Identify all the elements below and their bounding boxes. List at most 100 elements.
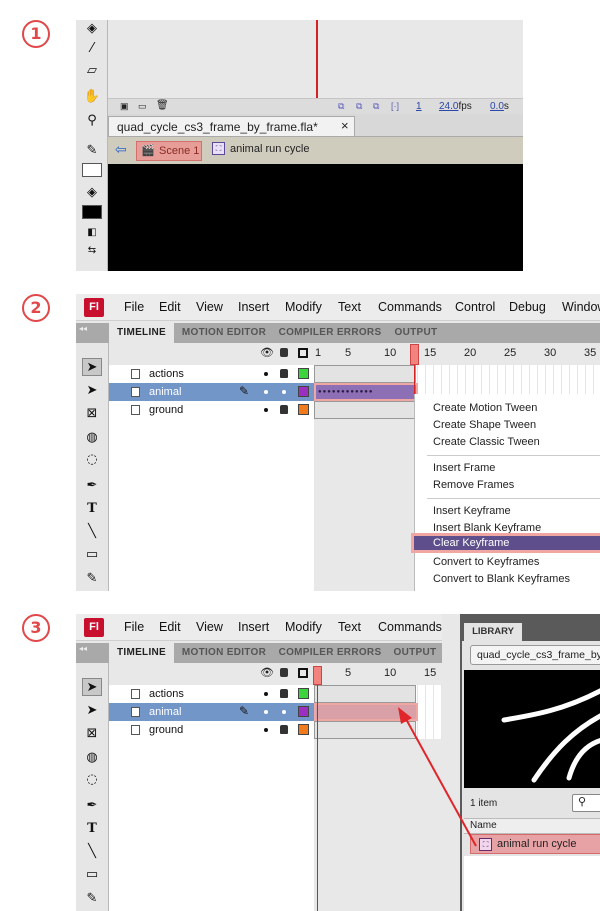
menu-create-motion-tween[interactable]: Create Motion Tween — [433, 400, 600, 417]
lock-all-icon[interactable] — [280, 348, 288, 357]
ruler-tick: 5 — [345, 347, 352, 359]
context-menu: Create Motion Tween Create Shape Tween C… — [411, 394, 600, 591]
menu-view[interactable]: View — [196, 300, 223, 314]
fill-color-swatch[interactable] — [82, 205, 102, 219]
ruler-tick: 15 — [424, 347, 437, 359]
visible-dot[interactable] — [264, 372, 268, 376]
new-layer-icon[interactable]: ▣ — [120, 101, 129, 112]
layer-color-swatch[interactable] — [298, 368, 309, 379]
menu-commands[interactable]: Commands — [378, 300, 442, 314]
menu-convert-to-keyframes[interactable]: Convert to Keyframes — [433, 554, 600, 571]
paint-bucket-icon[interactable]: ◈ — [82, 20, 102, 38]
default-colors-icon[interactable]: ⇆ — [82, 242, 102, 260]
scene-clapper-icon: 🎬 — [141, 145, 155, 157]
tab-motion-editor[interactable]: MOTION EDITOR — [176, 323, 272, 343]
eraser-icon[interactable]: ▱ — [82, 62, 102, 80]
lock-dot[interactable] — [282, 390, 286, 394]
collapse-icon[interactable]: ◂◂ — [79, 324, 87, 333]
symbol-breadcrumb[interactable]: animal run cycle — [230, 143, 309, 155]
tab-timeline[interactable]: TIMELINE — [109, 323, 174, 343]
selection-arrow-icon[interactable]: ➤ — [82, 358, 102, 376]
lasso-icon[interactable]: ◌ — [82, 451, 102, 469]
menu-file[interactable]: File — [124, 300, 144, 314]
panel-2: Fl File Edit View Insert Modify Text Com… — [76, 294, 600, 591]
text-tool-icon[interactable]: T — [82, 500, 102, 518]
fill-bucket-icon[interactable]: ◈ — [82, 184, 102, 202]
step-2-badge: 2 — [22, 294, 50, 322]
swap-colors-icon[interactable]: ◧ — [82, 224, 102, 242]
layer-header: 👁 — [109, 343, 314, 365]
outline-all-icon[interactable] — [298, 348, 308, 358]
pencil-stroke-icon[interactable]: ✎ — [82, 142, 102, 160]
time-value[interactable]: 0.0 — [490, 101, 504, 112]
tab-compiler-errors[interactable]: COMPILER ERRORS — [275, 323, 385, 343]
frames-actions-span[interactable] — [314, 365, 416, 383]
zoom-icon[interactable]: ⚲ — [82, 112, 102, 130]
fps-unit: fps — [458, 101, 472, 112]
pencil-icon[interactable]: ✎ — [82, 570, 102, 588]
lock-icon[interactable] — [280, 369, 288, 378]
layer-color-swatch[interactable] — [298, 404, 309, 415]
menu-remove-frames[interactable]: Remove Frames — [433, 477, 600, 494]
eyedropper-icon[interactable]: ⁄ — [82, 40, 102, 58]
back-arrow-icon[interactable]: ⇦ — [115, 141, 127, 158]
menu-insert[interactable]: Insert — [238, 300, 269, 314]
menu-create-classic-tween[interactable]: Create Classic Tween — [433, 434, 600, 451]
menu-insert-keyframe[interactable]: Insert Keyframe — [433, 503, 600, 520]
3d-rotation-icon[interactable]: ◍ — [82, 429, 102, 447]
center-frame-icon[interactable]: ⧉ — [338, 101, 344, 112]
frames-ground-span[interactable] — [314, 401, 416, 419]
frame-rate[interactable]: 24.0fps — [439, 101, 472, 112]
layer-row-ground[interactable]: ground — [109, 401, 314, 419]
new-folder-icon[interactable]: ▭ — [138, 101, 147, 112]
menu-separator — [427, 455, 600, 456]
layer-color-swatch[interactable] — [298, 386, 309, 397]
rectangle-icon[interactable]: ▭ — [82, 546, 102, 564]
tab-output[interactable]: OUTPUT — [388, 323, 444, 343]
onion-outlines-icon[interactable]: ⧉ — [373, 101, 379, 112]
subselection-icon[interactable]: ➤ — [82, 382, 102, 400]
stroke-color-swatch[interactable] — [82, 163, 102, 177]
frames-animal-keyframes[interactable]: ●●●●●●●●●●●● — [314, 383, 418, 401]
playhead[interactable] — [410, 344, 419, 365]
menu-convert-to-blank-keyframes[interactable]: Convert to Blank Keyframes — [433, 571, 600, 588]
visible-dot[interactable] — [264, 390, 268, 394]
panel-tabs: ◂◂ TIMELINE MOTION EDITOR COMPILER ERROR… — [76, 323, 600, 343]
ruler-tick: 20 — [464, 347, 477, 359]
ruler-tick: 30 — [544, 347, 557, 359]
panel-1: ◈ ⁄ ▱ ✋ ⚲ ✎ ◈ ◧ ⇆ ▣ ▭ 🗑 ⧉ ⧉ ⧉ [·] 1 24.0… — [76, 20, 523, 271]
elapsed-time[interactable]: 0.0s — [490, 101, 509, 112]
fps-value[interactable]: 24.0 — [439, 101, 458, 112]
stage[interactable] — [108, 164, 523, 271]
menu-clear-keyframe[interactable]: Clear Keyframe — [433, 535, 600, 552]
menu-insert-frame[interactable]: Insert Frame — [433, 460, 600, 477]
menu-text[interactable]: Text — [338, 300, 361, 314]
menu-debug[interactable]: Debug — [509, 300, 546, 314]
menu-modify[interactable]: Modify — [285, 300, 322, 314]
step-3-badge: 3 — [22, 614, 50, 642]
line-tool-icon[interactable]: ╲ — [82, 523, 102, 541]
menu-create-shape-tween[interactable]: Create Shape Tween — [433, 417, 600, 434]
document-tab[interactable]: quad_cycle_cs3_frame_by_frame.fla* × — [108, 116, 355, 136]
scene-breadcrumb[interactable]: 🎬 Scene 1 — [136, 141, 202, 161]
layer-row-actions[interactable]: actions — [109, 365, 314, 383]
visible-dot[interactable] — [264, 408, 268, 412]
pen-icon[interactable]: ✒ — [82, 477, 102, 495]
delete-layer-icon[interactable]: 🗑 — [156, 100, 169, 111]
layer-icon — [131, 387, 140, 397]
hand-icon[interactable]: ✋ — [82, 88, 102, 106]
free-transform-icon[interactable]: ⊠ — [82, 405, 102, 423]
show-hide-icon[interactable]: 👁 — [260, 346, 274, 359]
layer-name: animal — [149, 386, 182, 398]
layer-name: ground — [149, 404, 184, 416]
lock-icon[interactable] — [280, 405, 288, 414]
close-tab-icon[interactable]: × — [341, 118, 349, 133]
menu-control[interactable]: Control — [455, 300, 495, 314]
menu-edit[interactable]: Edit — [159, 300, 181, 314]
layer-row-animal[interactable]: animal ✎ — [109, 383, 314, 401]
tools-panel-2: ➤ ➤ ⊠ ◍ ◌ ✒ T ╲ ▭ ✎ — [76, 343, 109, 591]
menu-window[interactable]: Window — [562, 300, 600, 314]
edit-multiple-icon[interactable]: [·] — [391, 101, 399, 111]
scene-label: Scene 1 — [159, 145, 200, 157]
onion-skin-icon[interactable]: ⧉ — [356, 101, 362, 112]
